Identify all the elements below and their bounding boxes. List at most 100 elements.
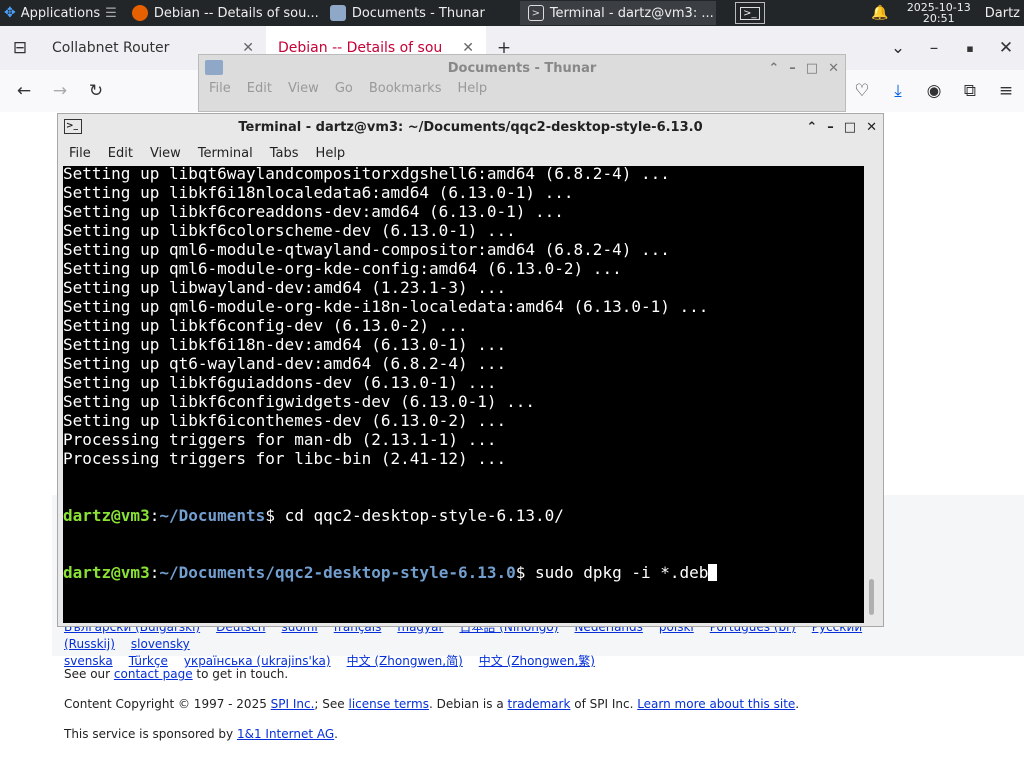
taskbar-item-label: Debian -- Details of sou... <box>153 5 319 21</box>
forward-icon[interactable]: → <box>42 81 78 101</box>
language-link[interactable]: 中文 (Zhongwen,繁) <box>479 654 595 668</box>
back-icon[interactable]: ← <box>6 81 42 101</box>
menu-edit[interactable]: Edit <box>247 81 272 96</box>
terminal-line: Setting up libwayland-dev:amd64 (1.23.1-… <box>63 278 507 297</box>
applications-menu-label: Applications <box>20 5 101 21</box>
terminal-window[interactable]: >_ Terminal - dartz@vm3: ~/Documents/qqc… <box>57 113 884 627</box>
menu-file[interactable]: File <box>69 146 91 161</box>
sponsor-link[interactable]: 1&1 Internet AG <box>237 727 334 741</box>
menu-bookmarks[interactable]: Bookmarks <box>369 81 442 96</box>
prompt-user: dartz@vm3 <box>63 506 150 525</box>
hamburger-menu-icon[interactable]: ≡ <box>988 81 1024 101</box>
language-link[interactable]: українська (ukrajins'ka) <box>184 654 331 668</box>
terminal-line: Processing triggers for man-db (2.13.1-1… <box>63 430 497 449</box>
menu-view[interactable]: View <box>150 146 181 161</box>
downloads-icon[interactable]: ⤓ <box>880 81 916 101</box>
minimize-icon[interactable]: – <box>827 120 834 135</box>
top-panel: ✥ Applications ☰ Debian -- Details of so… <box>0 0 1024 26</box>
terminal-line: Setting up qml6-module-org-kde-i18n-loca… <box>63 297 709 316</box>
prompt-user: dartz@vm3 <box>63 563 150 582</box>
footer-text: . <box>334 727 338 741</box>
prompt-path: ~/Documents/qqc2-desktop-style-6.13.0 <box>159 563 516 582</box>
close-icon[interactable]: ✕ <box>866 120 877 135</box>
thunar-titlebar[interactable]: Documents - Thunar ⌃ – □ ✕ <box>199 55 845 81</box>
taskbar-item-firefox[interactable]: Debian -- Details of sou... <box>124 1 320 25</box>
license-terms-link[interactable]: license terms <box>348 697 428 711</box>
maximize-icon[interactable]: □ <box>806 61 818 76</box>
terminal-line: Setting up qt6-wayland-dev:amd64 (6.8.2-… <box>63 354 507 373</box>
menu-help[interactable]: Help <box>316 146 346 161</box>
prompt-line: dartz@vm3:~/Documents/qqc2-desktop-style… <box>63 563 728 582</box>
folder-icon <box>329 5 346 21</box>
account-icon[interactable]: ◉ <box>916 81 952 101</box>
xfce-logo-icon: ✥ <box>4 5 16 21</box>
workspace-switcher[interactable]: >_ <box>734 2 765 24</box>
copyright-line: Content Copyright © 1997 - 2025 SPI Inc.… <box>64 697 799 711</box>
chevron-down-icon[interactable]: ⌄ <box>880 38 916 58</box>
window-title: Terminal - dartz@vm3: ~/Documents/qqc2-d… <box>238 120 703 135</box>
menu-view[interactable]: View <box>288 81 319 96</box>
terminal-line: Setting up qml6-module-qtwayland-composi… <box>63 240 670 259</box>
maximize-icon[interactable]: ▪ <box>952 42 988 55</box>
menu-edit[interactable]: Edit <box>108 146 133 161</box>
extensions-icon[interactable]: ⧉ <box>952 81 988 101</box>
menu-separator-icon: ☰ <box>105 5 117 21</box>
minimize-icon[interactable]: – <box>789 61 796 76</box>
maximize-icon[interactable]: □ <box>844 120 856 135</box>
terminal-screen[interactable]: Setting up libqt6waylandcompositoriviapp… <box>63 166 864 623</box>
terminal-line: Setting up libkf6colorscheme-dev (6.13.0… <box>63 221 516 240</box>
prompt-path: ~/Documents <box>159 506 266 525</box>
terminal-icon: > <box>527 5 544 21</box>
taskbar-item-terminal[interactable]: > Terminal - dartz@vm3: ... <box>519 1 716 25</box>
contact-page-link[interactable]: contact page <box>114 667 193 681</box>
spi-link[interactable]: SPI Inc. <box>271 697 315 711</box>
user-menu[interactable]: Dartz <box>979 6 1024 21</box>
footer-text: . <box>795 697 800 711</box>
tab-label: Collabnet Router <box>52 40 170 56</box>
terminal-output-lines: Setting up libqt6waylandcompositoriviapp… <box>63 166 728 468</box>
sponsor-line: This service is sponsored by 1&1 Interne… <box>64 727 338 741</box>
shade-icon[interactable]: ⌃ <box>768 61 779 76</box>
terminal-menubar: File Edit View Terminal Tabs Help <box>58 141 883 165</box>
language-link[interactable]: Türkçe <box>129 654 168 668</box>
footer-text: of SPI Inc. <box>570 697 638 711</box>
prompt-command: sudo dpkg -i *.deb <box>525 563 709 582</box>
footer-text: This service is sponsored by <box>64 727 237 741</box>
terminal-line: Setting up libkf6i18nlocaledata6:amd64 (… <box>63 183 574 202</box>
terminal-icon: >_ <box>64 119 82 134</box>
menu-tabs[interactable]: Tabs <box>270 146 299 161</box>
menu-help[interactable]: Help <box>457 81 487 96</box>
terminal-line: Setting up libqt6waylandcompositorxdgshe… <box>63 166 670 183</box>
tab-list-icon[interactable]: ⊟ <box>0 38 40 58</box>
reload-icon[interactable]: ↻ <box>78 81 114 101</box>
terminal-titlebar[interactable]: >_ Terminal - dartz@vm3: ~/Documents/qqc… <box>58 114 883 141</box>
firefox-icon <box>131 5 148 21</box>
language-link[interactable]: svenska <box>64 654 113 668</box>
menu-go[interactable]: Go <box>335 81 353 96</box>
terminal-scrollbar[interactable] <box>866 166 878 623</box>
footer-text: See our <box>64 667 114 681</box>
learn-more-link[interactable]: Learn more about this site <box>637 697 795 711</box>
thunar-window[interactable]: Documents - Thunar ⌃ – □ ✕ File Edit Vie… <box>198 54 846 112</box>
taskbar-item-thunar[interactable]: Documents - Thunar <box>322 1 518 25</box>
text-cursor <box>708 564 718 581</box>
applications-menu-button[interactable]: ✥ Applications ☰ <box>0 0 123 26</box>
terminal-line: Setting up libkf6i18n-dev:amd64 (6.13.0-… <box>63 335 507 354</box>
clock[interactable]: 2025-10-13 20:51 <box>899 2 979 24</box>
menu-terminal[interactable]: Terminal <box>198 146 253 161</box>
close-icon[interactable]: ✕ <box>828 61 839 76</box>
notification-bell-icon[interactable]: 🔔 <box>861 5 898 21</box>
menu-file[interactable]: File <box>209 81 231 96</box>
terminal-line: Setting up libkf6guiaddons-dev (6.13.0-1… <box>63 373 497 392</box>
language-link[interactable]: 中文 (Zhongwen,简) <box>347 654 463 668</box>
scrollbar-thumb[interactable] <box>869 579 874 615</box>
terminal-line: Setting up libkf6iconthemes-dev (6.13.0-… <box>63 411 507 430</box>
footer-text: ; See <box>314 697 349 711</box>
language-link[interactable]: slovensky <box>131 637 190 651</box>
shade-icon[interactable]: ⌃ <box>806 120 817 135</box>
minimize-icon[interactable]: – <box>916 38 952 58</box>
pocket-icon[interactable]: ♡ <box>844 81 880 101</box>
close-icon[interactable]: ✕ <box>988 38 1024 58</box>
trademark-link[interactable]: trademark <box>508 697 571 711</box>
terminal-icon: >_ <box>740 6 760 20</box>
